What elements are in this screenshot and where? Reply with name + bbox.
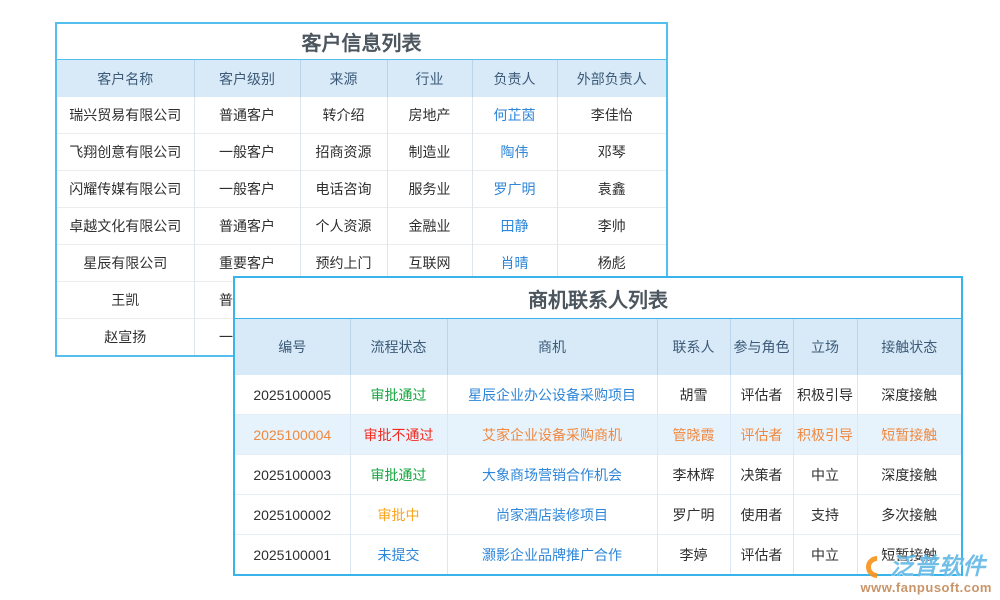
table-cell: 积极引导 — [793, 375, 857, 415]
fanpu-logo-icon — [862, 551, 893, 582]
table-cell: 电话咨询 — [300, 171, 387, 208]
fanpusoft-watermark: 泛普软件 www.fanpusoft.com — [860, 555, 992, 594]
table-cell: 一般客户 — [194, 171, 300, 208]
table-cell: 房地产 — [387, 97, 472, 134]
table-cell: 审批中 — [350, 495, 447, 535]
table-cell: 制造业 — [387, 134, 472, 171]
table-row: 飞翔创意有限公司一般客户招商资源制造业陶伟邓琴 — [57, 134, 666, 171]
table-cell: 决策者 — [730, 455, 793, 495]
cell-link[interactable]: 罗广明 — [472, 171, 557, 208]
table-cell: 赵宣扬 — [57, 319, 194, 356]
cell-link[interactable]: 灏影企业品牌推广合作 — [447, 535, 657, 575]
table-cell: 普通客户 — [194, 208, 300, 245]
table-cell: 支持 — [793, 495, 857, 535]
table-cell: 邓琴 — [557, 134, 666, 171]
table-cell: 管晓霞 — [657, 415, 730, 455]
table-row: 2025100002审批中尚家酒店装修项目罗广明使用者支持多次接触 — [235, 495, 961, 535]
screen: 客户信息列表 客户名称客户级别来源行业负责人外部负责人 瑞兴贸易有限公司普通客户… — [0, 0, 1000, 600]
table-cell: 审批不通过 — [350, 415, 447, 455]
table-cell: 星辰有限公司 — [57, 245, 194, 282]
table-cell: 深度接触 — [857, 455, 961, 495]
cell-link[interactable]: 何芷茵 — [472, 97, 557, 134]
table-cell: 罗广明 — [657, 495, 730, 535]
column-header: 客户名称 — [57, 60, 194, 97]
cell-link[interactable]: 艾家企业设备采购商机 — [447, 415, 657, 455]
customer-table-title: 客户信息列表 — [57, 24, 666, 60]
table-cell: 普通客户 — [194, 97, 300, 134]
column-header: 流程状态 — [350, 319, 447, 375]
table-cell: 闪耀传媒有限公司 — [57, 171, 194, 208]
table-cell: 中立 — [793, 535, 857, 575]
header-row: 客户名称客户级别来源行业负责人外部负责人 — [57, 60, 666, 97]
table-cell: 短暂接触 — [857, 415, 961, 455]
table-cell: 李林辉 — [657, 455, 730, 495]
opportunity-table-title: 商机联系人列表 — [235, 278, 961, 319]
column-header: 立场 — [793, 319, 857, 375]
table-cell: 使用者 — [730, 495, 793, 535]
table-row: 2025100004审批不通过艾家企业设备采购商机管晓霞评估者积极引导短暂接触 — [235, 415, 961, 455]
table-cell: 2025100004 — [235, 415, 350, 455]
table-cell: 未提交 — [350, 535, 447, 575]
column-header: 商机 — [447, 319, 657, 375]
table-cell: 服务业 — [387, 171, 472, 208]
table-cell: 转介绍 — [300, 97, 387, 134]
cell-link[interactable]: 田静 — [472, 208, 557, 245]
cell-link[interactable]: 大象商场营销合作机会 — [447, 455, 657, 495]
column-header: 参与角色 — [730, 319, 793, 375]
table-cell: 审批通过 — [350, 375, 447, 415]
table-cell: 卓越文化有限公司 — [57, 208, 194, 245]
table-row: 2025100005审批通过星辰企业办公设备采购项目胡雪评估者积极引导深度接触 — [235, 375, 961, 415]
table-cell: 2025100002 — [235, 495, 350, 535]
cell-link[interactable]: 尚家酒店装修项目 — [447, 495, 657, 535]
table-cell: 李帅 — [557, 208, 666, 245]
table-cell: 袁鑫 — [557, 171, 666, 208]
table-cell: 中立 — [793, 455, 857, 495]
table-cell: 胡雪 — [657, 375, 730, 415]
column-header: 联系人 — [657, 319, 730, 375]
table-cell: 个人资源 — [300, 208, 387, 245]
table-cell: 深度接触 — [857, 375, 961, 415]
opportunity-contacts-table: 编号流程状态商机联系人参与角色立场接触状态 2025100005审批通过星辰企业… — [235, 319, 961, 574]
column-header: 编号 — [235, 319, 350, 375]
table-cell: 李佳怡 — [557, 97, 666, 134]
table-cell: 积极引导 — [793, 415, 857, 455]
table-cell: 王凯 — [57, 282, 194, 319]
column-header: 客户级别 — [194, 60, 300, 97]
table-row: 2025100003审批通过大象商场营销合作机会李林辉决策者中立深度接触 — [235, 455, 961, 495]
table-cell: 飞翔创意有限公司 — [57, 134, 194, 171]
customer-table-header: 客户名称客户级别来源行业负责人外部负责人 — [57, 60, 666, 97]
table-row: 闪耀传媒有限公司一般客户电话咨询服务业罗广明袁鑫 — [57, 171, 666, 208]
table-cell: 评估者 — [730, 375, 793, 415]
table-cell: 多次接触 — [857, 495, 961, 535]
table-cell: 评估者 — [730, 415, 793, 455]
cell-link[interactable]: 星辰企业办公设备采购项目 — [447, 375, 657, 415]
table-cell: 瑞兴贸易有限公司 — [57, 97, 194, 134]
table-cell: 2025100003 — [235, 455, 350, 495]
column-header: 行业 — [387, 60, 472, 97]
header-row: 编号流程状态商机联系人参与角色立场接触状态 — [235, 319, 961, 375]
column-header: 负责人 — [472, 60, 557, 97]
table-row: 瑞兴贸易有限公司普通客户转介绍房地产何芷茵李佳怡 — [57, 97, 666, 134]
column-header: 来源 — [300, 60, 387, 97]
opportunity-table-header: 编号流程状态商机联系人参与角色立场接触状态 — [235, 319, 961, 375]
opportunity-contacts-table-card: 商机联系人列表 编号流程状态商机联系人参与角色立场接触状态 2025100005… — [233, 276, 963, 576]
table-cell: 2025100001 — [235, 535, 350, 575]
table-cell: 招商资源 — [300, 134, 387, 171]
opportunity-table-body: 2025100005审批通过星辰企业办公设备采购项目胡雪评估者积极引导深度接触2… — [235, 375, 961, 574]
table-cell: 李婷 — [657, 535, 730, 575]
fanpu-brand-text: 泛普软件 — [890, 555, 986, 578]
table-cell: 评估者 — [730, 535, 793, 575]
table-cell: 金融业 — [387, 208, 472, 245]
cell-link[interactable]: 陶伟 — [472, 134, 557, 171]
table-cell: 审批通过 — [350, 455, 447, 495]
fanpu-url-text: www.fanpusoft.com — [860, 581, 992, 594]
table-cell: 2025100005 — [235, 375, 350, 415]
table-cell: 一般客户 — [194, 134, 300, 171]
column-header: 外部负责人 — [557, 60, 666, 97]
column-header: 接触状态 — [857, 319, 961, 375]
table-row: 卓越文化有限公司普通客户个人资源金融业田静李帅 — [57, 208, 666, 245]
table-row: 2025100001未提交灏影企业品牌推广合作李婷评估者中立短暂接触 — [235, 535, 961, 575]
